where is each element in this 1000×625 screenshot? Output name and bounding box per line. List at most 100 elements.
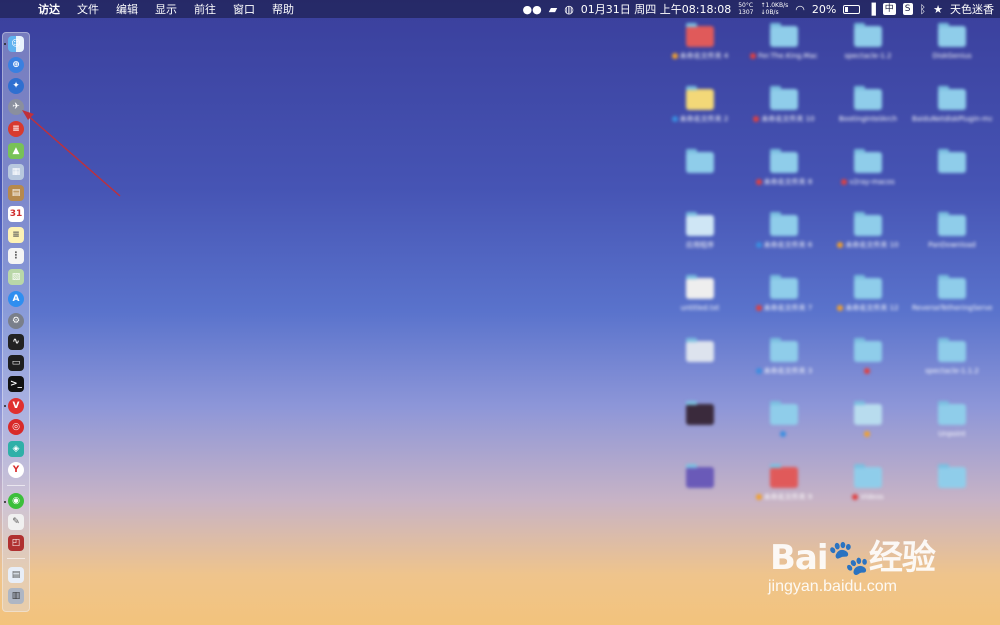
running-indicator <box>4 405 6 407</box>
activity-monitor-icon[interactable]: ∿ <box>8 334 24 350</box>
trash-icon[interactable]: ▥ <box>8 588 24 604</box>
battery-percent[interactable]: 20% <box>812 3 836 16</box>
color-tag-icon <box>755 305 762 311</box>
desktop-item[interactable] <box>660 463 740 523</box>
terminal-icon[interactable]: >_ <box>8 376 24 392</box>
siri-dots-icon[interactable]: ●● <box>523 3 542 16</box>
textedit-icon[interactable]: ✎ <box>8 514 24 530</box>
stats-temp[interactable]: 50°C 1307 <box>738 2 753 16</box>
net-up-text: ↑1.0KB/s <box>760 2 789 9</box>
color-tag-icon <box>755 494 762 500</box>
desktop-item-label: 应用程序 <box>660 241 740 250</box>
desktop-item[interactable] <box>828 337 908 397</box>
vivaldi-icon[interactable]: V <box>8 398 24 414</box>
desktop-item[interactable]: 未命名文件夹 4 <box>660 22 740 82</box>
menu-view[interactable]: 显示 <box>155 1 177 17</box>
star-icon[interactable]: ★ <box>933 3 943 16</box>
desktop-item[interactable]: v2ray-macos <box>828 148 908 208</box>
desktop-item[interactable] <box>660 148 740 208</box>
yandex-icon[interactable]: Y <box>8 462 24 478</box>
folder-icon <box>770 23 798 47</box>
menu-help[interactable]: 帮助 <box>272 1 294 17</box>
folder-icon <box>854 86 882 110</box>
desktop-item[interactable] <box>828 400 908 460</box>
desktop-item[interactable]: 未命名文件夹 12 <box>828 274 908 334</box>
desktop-item[interactable]: BaiduNetdiskPlugin-master <box>912 85 992 145</box>
desktop-item[interactable]: 未命名文件夹 8 <box>744 148 824 208</box>
color-tag-icon <box>841 179 848 185</box>
menu-window[interactable]: 窗口 <box>233 1 255 17</box>
color-tag-icon <box>755 179 762 185</box>
desktop-item[interactable]: spectacle-1.2 <box>828 22 908 82</box>
desktop-item[interactable] <box>912 148 992 208</box>
pdf-icon[interactable]: ◰ <box>8 535 24 551</box>
downloads-stack-icon[interactable]: ▤ <box>8 567 24 583</box>
reminders-icon[interactable]: ⋮ <box>8 248 24 264</box>
datetime[interactable]: 01月31日 周四 上午08:18:08 <box>581 1 731 17</box>
folder-icon <box>938 401 966 425</box>
watermark-url: jingyan.baidu.com <box>768 578 897 595</box>
desktop-item[interactable]: Fer.The.King.Mac <box>744 22 824 82</box>
folder-icon <box>938 23 966 47</box>
desktop-item[interactable]: ReverseTetheringServer <box>912 274 992 334</box>
app-store-icon[interactable]: A <box>8 291 24 307</box>
baidu-watermark: Bai🐾经验 jingyan.baidu.com <box>766 530 996 610</box>
folder-icon <box>854 23 882 47</box>
desktop-item-label: 未命名文件夹 9 <box>744 493 824 502</box>
stats-network[interactable]: ↑1.0KB/s ↓0B/s <box>760 2 788 16</box>
battery-icon[interactable] <box>843 4 861 14</box>
menu-go[interactable]: 前往 <box>194 1 216 17</box>
desktop-item[interactable]: Unpoint <box>912 400 992 460</box>
wechat-icon[interactable]: ◉ <box>8 493 24 509</box>
desktop-item[interactable]: 未命名文件夹 9 <box>744 463 824 523</box>
desktop-item[interactable]: DiskGenius <box>912 22 992 82</box>
desktop-item[interactable]: BootingIntelArch <box>828 85 908 145</box>
desktop-item-label: 未命名文件夹 8 <box>744 178 824 187</box>
netease-music-icon[interactable]: ◎ <box>8 419 24 435</box>
maps-icon[interactable]: ▧ <box>8 269 24 285</box>
folder-icon <box>686 275 714 299</box>
desktop-item[interactable]: 未命名文件夹 7 <box>744 274 824 334</box>
desktop-item[interactable] <box>744 400 824 460</box>
desktop-item[interactable]: 应用程序 <box>660 211 740 271</box>
user-name[interactable]: 天色迷香 <box>950 1 994 17</box>
folder-icon <box>686 212 714 236</box>
color-tag-icon <box>837 242 844 248</box>
desktop-item-label: 未命名文件夹 2 <box>660 115 740 124</box>
desktop-item-text: 未命名文件夹 3 <box>763 367 813 375</box>
chat-icon[interactable]: ▰ <box>549 3 557 16</box>
bluetooth-icon[interactable]: ᛒ <box>920 3 927 16</box>
desktop-item-label: spectacle-1.1.2 <box>912 367 992 376</box>
desktop-item[interactable]: untitled.txt <box>660 274 740 334</box>
folder-icon <box>854 401 882 425</box>
desktop-item[interactable]: 未命名文件夹 3 <box>744 337 824 397</box>
desktop-item[interactable] <box>912 463 992 523</box>
folder-icon <box>854 275 882 299</box>
notes-icon[interactable]: ≡ <box>8 227 24 243</box>
globe-icon[interactable]: ◍ <box>564 3 574 16</box>
desktop-item[interactable]: 未命名文件夹 2 <box>660 85 740 145</box>
input-method[interactable]: 中 <box>882 3 896 15</box>
flag-icon[interactable]: ▐ <box>867 3 875 16</box>
s-app-icon[interactable]: S <box>902 3 913 15</box>
desktop-item[interactable] <box>660 400 740 460</box>
teal-app-icon[interactable]: ◈ <box>8 441 24 457</box>
desktop-item-text: spectacle-1.1.2 <box>925 367 979 375</box>
folder-icon <box>686 338 714 362</box>
desktop-item[interactable]: Videos <box>828 463 908 523</box>
folder-icon <box>686 23 714 47</box>
desktop-item[interactable]: 未命名文件夹 6 <box>744 211 824 271</box>
folder-icon <box>770 212 798 236</box>
desktop-item[interactable]: PanDownload <box>912 211 992 271</box>
system-preferences-icon[interactable]: ⚙ <box>8 313 24 329</box>
console-icon[interactable]: ▭ <box>8 355 24 371</box>
desktop-item-text: PanDownload <box>928 241 976 249</box>
desktop-item[interactable] <box>660 337 740 397</box>
desktop-item-label: 未命名文件夹 10 <box>744 115 824 124</box>
desktop-item-label: PanDownload <box>912 241 992 250</box>
wifi-icon[interactable]: ◠ <box>795 3 805 16</box>
desktop-item[interactable]: spectacle-1.1.2 <box>912 337 992 397</box>
desktop-item[interactable]: 未命名文件夹 10 <box>828 211 908 271</box>
color-tag-icon <box>671 116 678 122</box>
desktop-item[interactable]: 未命名文件夹 10 <box>744 85 824 145</box>
